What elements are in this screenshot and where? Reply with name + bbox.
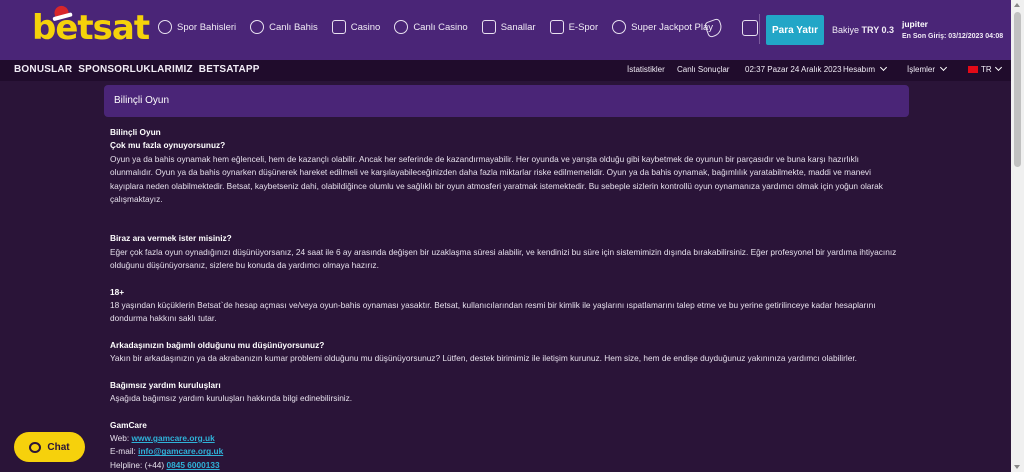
org-email: E-mail: info@gamcare.org.uk: [110, 446, 224, 457]
section-title: 18+: [110, 286, 125, 297]
link-bonuses[interactable]: BONUSLAR: [14, 64, 72, 75]
panel-header: Bilinçli Oyun: [104, 85, 909, 117]
chevron-down-icon: [994, 63, 1002, 72]
gamepad-icon: [549, 20, 564, 34]
link-betsatapp[interactable]: BETSATAPP: [199, 64, 260, 75]
mail-icon[interactable]: [742, 20, 758, 36]
transactions-menu[interactable]: İşlemler: [907, 63, 948, 74]
slot-machine-icon: [331, 20, 346, 34]
username[interactable]: jupiter: [902, 19, 928, 29]
scrollbar[interactable]: [1011, 0, 1024, 472]
link-sponsorships[interactable]: SPONSORLUKLARIMIZ: [78, 64, 193, 75]
helpline-link[interactable]: 0845 6000133: [167, 460, 220, 470]
top-header: betsat Spor Bahisleri Canlı Bahis Casino…: [0, 0, 1011, 60]
language-selector[interactable]: TR: [968, 63, 1002, 74]
header-icons: [703, 17, 758, 39]
org-web: Web: www.gamcare.org.uk: [110, 432, 215, 443]
scroll-down-arrow-icon[interactable]: [1014, 465, 1020, 469]
web-link[interactable]: www.gamcare.org.uk: [132, 433, 215, 443]
section-title: Biraz ara vermek ister misiniz?: [110, 233, 232, 244]
virtual-horse-icon: [481, 20, 496, 34]
balance: Bakiye TRY 0.3: [832, 25, 895, 35]
santa-hat-icon: [52, 4, 70, 18]
live-player-icon: [250, 20, 265, 34]
nav-live-casino[interactable]: Canlı Casino: [394, 20, 468, 34]
phone-icon[interactable]: [703, 17, 725, 39]
datetime: 02:37 Pazar 24 Aralık 2023: [745, 65, 842, 74]
nav-live-betting[interactable]: Canlı Bahis: [250, 20, 318, 34]
nav-sports-betting[interactable]: Spor Bahisleri: [158, 20, 236, 34]
chips-icon: [394, 20, 409, 34]
section-title: Arkadaşınızın bağımlı olduğunu mu düşünü…: [110, 339, 325, 350]
secondary-bar: BONUSLAR SPONSORLUKLARIMIZ BETSATAPP İst…: [0, 60, 1011, 81]
link-statistics[interactable]: İstatistikler: [627, 65, 665, 74]
org-helpline: Helpline: (+44) 0845 6000133: [110, 459, 220, 470]
section-text: 18 yaşından küçüklerin Betsat`de hesap a…: [110, 300, 876, 324]
secondary-links: BONUSLAR SPONSORLUKLARIMIZ BETSATAPP: [14, 64, 260, 75]
chat-bubble-icon: [29, 441, 42, 453]
chevron-down-icon: [879, 63, 888, 72]
page-title: Bilinçli Oyun: [114, 95, 170, 106]
section-title: Bağımsız yardım kuruluşları: [110, 379, 221, 390]
header-divider: [759, 14, 760, 44]
link-live-results[interactable]: Canlı Sonuçlar: [677, 65, 729, 74]
scroll-up-arrow-icon[interactable]: [1014, 3, 1020, 7]
soccer-ball-icon: [158, 20, 172, 34]
deposit-button[interactable]: Para Yatır: [766, 15, 824, 45]
section-text: Aşağıda bağımsız yardım kuruluşları hakk…: [110, 393, 353, 404]
nav-casino[interactable]: Casino: [331, 20, 380, 34]
chevron-down-icon: [939, 63, 948, 72]
turkey-flag-icon: [968, 66, 978, 74]
chat-button[interactable]: Chat: [14, 432, 85, 462]
nav-esports[interactable]: E-Spor: [549, 20, 598, 34]
betsat-logo[interactable]: betsat: [32, 4, 150, 48]
content-heading: Bilinçli Oyun: [110, 127, 161, 137]
section-text: Oyun ya da bahis oynamak hem eğlenceli, …: [110, 153, 883, 205]
nav-super-jackpot[interactable]: Super Jackpot Play: [612, 20, 713, 34]
section-text: Yakın bir arkadaşınızın ya da akrabanızı…: [110, 353, 857, 364]
main-nav: Spor Bahisleri Canlı Bahis Casino Canlı …: [158, 20, 713, 34]
jackpot-icon: [612, 20, 627, 34]
last-login: En Son Giriş: 03/12/2023 04:08: [902, 33, 1004, 40]
scrollbar-thumb[interactable]: [1014, 12, 1021, 167]
org-name: GamCare: [110, 419, 147, 430]
section-text: Eğer çok fazla oyun oynadığınızı düşünüy…: [110, 246, 897, 271]
account-menu[interactable]: Hesabım: [843, 63, 888, 74]
responsible-gaming-content: Bilinçli Oyun Çok mu fazla oynuyorsunuz?…: [110, 126, 900, 472]
section-title: Çok mu fazla oynuyorsunuz?: [110, 140, 226, 151]
nav-virtuals[interactable]: Sanallar: [481, 20, 536, 34]
balance-value: TRY 0.3: [861, 25, 895, 35]
email-link[interactable]: info@gamcare.org.uk: [138, 446, 223, 456]
